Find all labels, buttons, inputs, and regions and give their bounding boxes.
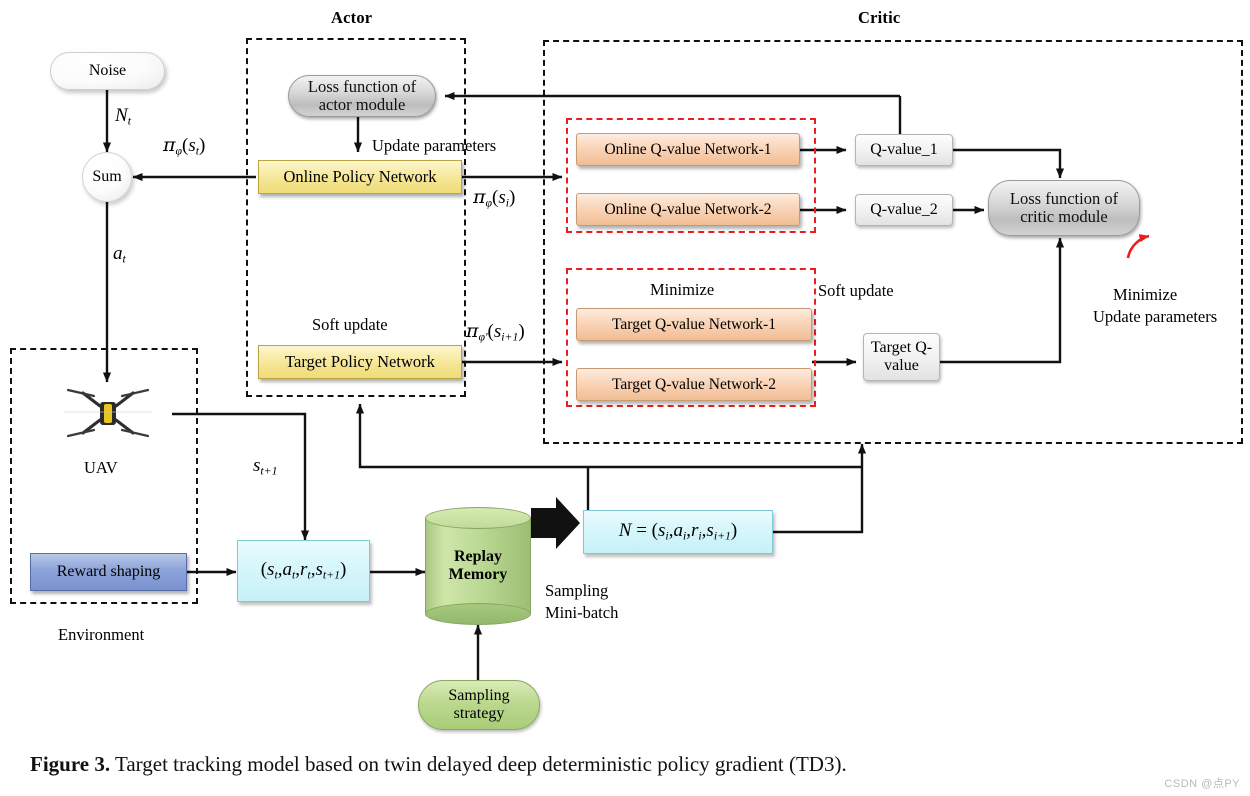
environment-label: Environment (58, 625, 145, 644)
target-policy-si1-label: πφ'(si+1) (466, 320, 525, 344)
actor-loss-line-1: Loss function of (307, 76, 417, 96)
actor-loss-function-node[interactable]: Loss function of actor module (288, 75, 436, 117)
next-state-label: st+1 (253, 455, 278, 478)
minimize-update-line-2: Update parameters (1093, 307, 1218, 326)
sum-label: Sum (92, 168, 122, 185)
critic-section-title: Critic (858, 8, 901, 27)
minibatch-node[interactable]: N = (si,ai,ri,si+1) (583, 510, 773, 554)
minimize-update-line-1: Minimize (1113, 285, 1178, 304)
sampling-minibatch-line-1: Sampling (545, 581, 609, 600)
replay-memory-line-2: Memory (448, 566, 508, 583)
minibatch-label: N = (si,ai,ri,si+1) (618, 520, 738, 543)
policy-si-label: πφ(si) (473, 186, 516, 210)
critic-loss-line-1: Loss function of (1009, 188, 1119, 208)
target-policy-network-label: Target Policy Network (285, 352, 435, 371)
figure-caption-label: Figure 3. (30, 752, 111, 776)
figure-caption-text: Target tracking model based on twin dela… (110, 752, 847, 776)
transition-tuple-label: (st,at,rt,st+1) (260, 559, 347, 582)
reward-shaping-label: Reward shaping (56, 563, 161, 580)
sampling-strategy-line-2: strategy (453, 705, 505, 722)
reward-shaping-node[interactable]: Reward shaping (30, 553, 187, 591)
replay-memory-node[interactable]: Replay Memory (425, 507, 531, 625)
target-q-value-line-2: value (884, 357, 919, 374)
critic-loss-function-node[interactable]: Loss function of critic module (988, 180, 1140, 236)
target-q-network-1-label: Target Q-value Network-1 (612, 315, 776, 333)
minimize-inner-label: Minimize (650, 280, 715, 299)
target-policy-network-node[interactable]: Target Policy Network (258, 345, 462, 379)
online-q-network-2-node[interactable]: Online Q-value Network-2 (576, 193, 800, 226)
figure-caption: Figure 3. Target tracking model based on… (30, 752, 1220, 777)
target-q-value-node[interactable]: Target Q- value (863, 333, 940, 381)
online-q-network-1-label: Online Q-value Network-1 (604, 140, 772, 158)
action-label: at (113, 243, 126, 266)
replay-memory-caption: Replay Memory (425, 507, 531, 625)
q-value-1-label: Q-value_1 (870, 141, 938, 159)
policy-st-label: πφ(st) (163, 134, 206, 158)
sampling-strategy-line-1: Sampling (448, 687, 510, 705)
critic-soft-update-label: Soft update (818, 281, 894, 300)
sampling-minibatch-line-2: Mini-batch (545, 603, 619, 622)
transition-tuple-node[interactable]: (st,at,rt,st+1) (237, 540, 370, 602)
uav-label: UAV (84, 458, 118, 477)
q-value-2-label: Q-value_2 (870, 201, 938, 219)
noise-label: Noise (88, 62, 127, 79)
replay-memory-line-1: Replay (453, 548, 502, 566)
noise-node[interactable]: Noise (50, 52, 165, 90)
online-policy-network-label: Online Policy Network (283, 167, 437, 186)
target-q-network-1-node[interactable]: Target Q-value Network-1 (576, 308, 812, 341)
q-value-2-node[interactable]: Q-value_2 (855, 194, 953, 226)
uav-icon (60, 382, 156, 444)
actor-loss-line-2: actor module (318, 95, 406, 114)
diagram-canvas: Actor Critic Environment Noise Sum UAV R… (0, 0, 1250, 796)
online-q-network-2-label: Online Q-value Network-2 (604, 200, 772, 218)
online-q-network-1-node[interactable]: Online Q-value Network-1 (576, 133, 800, 166)
target-q-value-line-1: Target Q- (870, 339, 933, 357)
q-value-1-node[interactable]: Q-value_1 (855, 134, 953, 166)
noise-signal-label: Nt (115, 105, 131, 128)
watermark: CSDN @点PY (1164, 778, 1240, 790)
critic-loss-line-2: critic module (1020, 207, 1108, 226)
sum-node[interactable]: Sum (82, 152, 132, 202)
update-parameters-label: Update parameters (372, 136, 497, 155)
online-policy-network-node[interactable]: Online Policy Network (258, 160, 462, 194)
target-q-network-2-label: Target Q-value Network-2 (612, 375, 776, 393)
actor-section-title: Actor (331, 8, 373, 27)
actor-soft-update-label: Soft update (312, 315, 388, 334)
target-q-network-2-node[interactable]: Target Q-value Network-2 (576, 368, 812, 401)
sampling-strategy-node[interactable]: Sampling strategy (418, 680, 540, 730)
